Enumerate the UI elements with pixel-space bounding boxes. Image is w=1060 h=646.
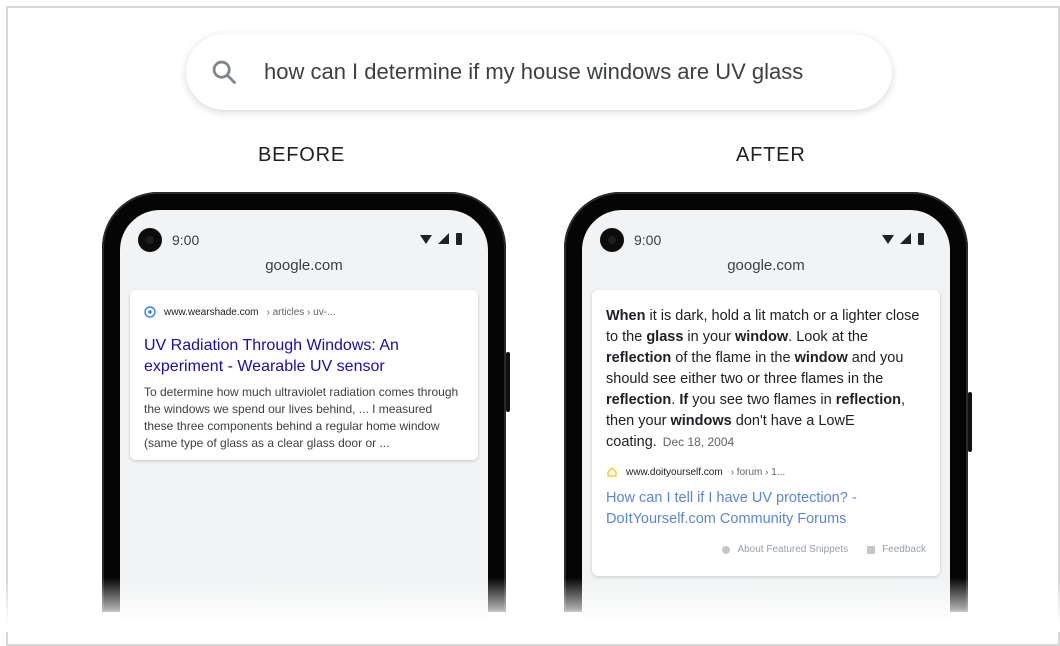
phone-side-button <box>506 352 510 412</box>
source-breadcrumbs: › forum › 1... <box>730 466 786 478</box>
featured-bold: reflection <box>835 392 901 408</box>
browser-url[interactable]: google.com <box>120 257 488 274</box>
status-icons <box>420 233 462 245</box>
site-favicon-icon <box>144 306 156 318</box>
source-title-link[interactable]: How can I tell if I have UV protection? … <box>606 488 906 530</box>
search-query[interactable]: how can I determine if my house windows … <box>264 58 803 86</box>
status-time: 9:00 <box>172 232 200 248</box>
featured-bold: glass <box>646 329 684 345</box>
featured-bold: When <box>606 308 646 324</box>
status-icons <box>882 233 924 245</box>
browser-url[interactable]: google.com <box>582 257 950 274</box>
after-label: AFTER <box>736 144 806 166</box>
before-phone: 9:00 google.com www.wearshade.com › arti… <box>102 192 510 620</box>
featured-text: you see two flames in <box>688 392 836 408</box>
feedback-label: Feedback <box>882 544 926 555</box>
result-snippet: To determine how much ultraviolet radiat… <box>144 385 459 450</box>
phone-side-button <box>968 392 972 452</box>
feedback-icon <box>867 545 876 554</box>
result-breadcrumbs: › articles › uv-... <box>266 306 336 318</box>
featured-text: . Look at the <box>788 329 868 345</box>
search-result-card: www.wearshade.com › articles › uv-... UV… <box>130 290 478 460</box>
featured-text: in your <box>683 329 735 345</box>
featured-snippet-card: When it is dark, hold a lit match or a l… <box>592 290 940 576</box>
featured-snippet-text: When it is dark, hold a lit match or a l… <box>606 306 928 453</box>
help-icon <box>722 545 731 554</box>
source-site-row: www.doityourself.com › forum › 1... <box>606 466 785 478</box>
site-favicon-icon <box>607 467 617 477</box>
featured-bold: window <box>735 329 789 345</box>
before-phone-screen: 9:00 google.com www.wearshade.com › arti… <box>120 210 488 620</box>
feedback-button[interactable]: Feedback <box>866 544 926 555</box>
result-title-link[interactable]: UV Radiation Through Windows: An experim… <box>144 335 444 377</box>
featured-bold: window <box>794 350 848 366</box>
featured-bold: reflection <box>606 392 672 408</box>
after-phone-screen: 9:00 google.com When it is dark, hold a … <box>582 210 950 620</box>
front-camera <box>600 228 624 252</box>
featured-date: Dec 18, 2004 <box>662 435 735 449</box>
about-label: About Featured Snippets <box>737 544 849 555</box>
source-site: www.doityourself.com <box>626 466 723 478</box>
after-phone: 9:00 google.com When it is dark, hold a … <box>564 192 972 620</box>
featured-bold: reflection <box>606 350 672 366</box>
about-featured-snippets[interactable]: About Featured Snippets <box>721 544 848 555</box>
featured-bold: If <box>679 392 689 408</box>
search-icon <box>212 60 236 84</box>
status-time: 9:00 <box>634 232 662 248</box>
result-site: www.wearshade.com <box>164 306 259 318</box>
featured-text: of the flame in the <box>671 350 795 366</box>
featured-bold: windows <box>670 413 732 429</box>
before-label: BEFORE <box>258 144 346 166</box>
front-camera <box>138 228 162 252</box>
featured-footer: About Featured Snippets Feedback <box>721 544 926 555</box>
result-site-row: www.wearshade.com › articles › uv-... <box>144 306 335 318</box>
